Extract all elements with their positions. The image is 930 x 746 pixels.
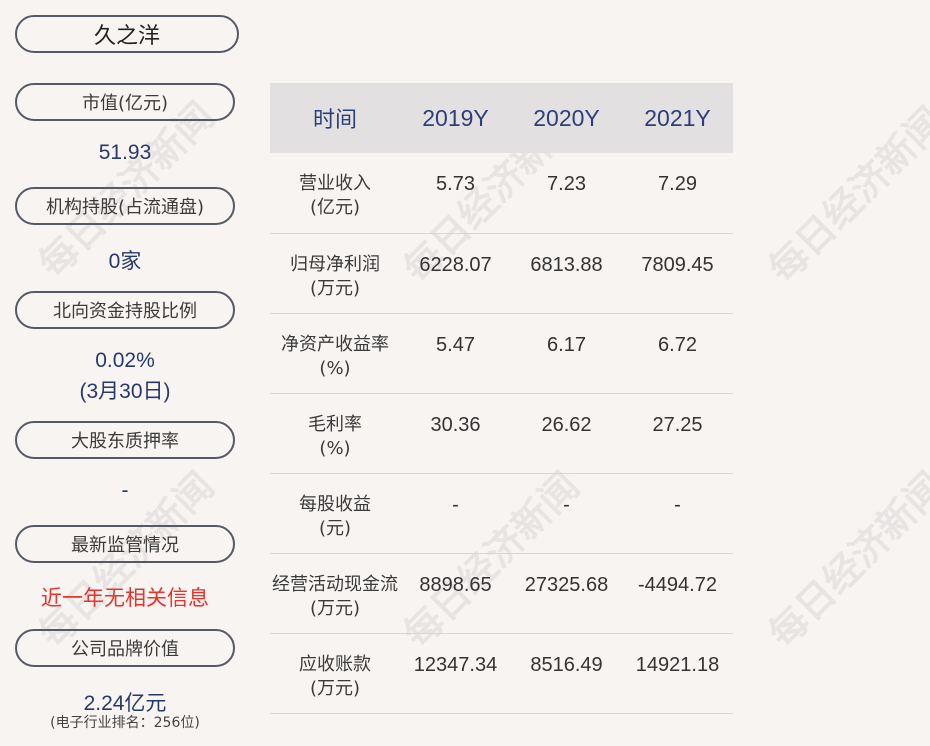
row-label: 毛利率 (%) (270, 394, 400, 461)
row-label: 归母净利润 (万元) (270, 234, 400, 301)
table-row: 归母净利润 (万元) 6228.07 6813.88 7809.45 (270, 234, 733, 314)
row-name: 净资产收益率 (281, 334, 389, 355)
row-label: 营业收入 (亿元) (270, 153, 400, 220)
institution-holding-value: 0家 (108, 250, 142, 273)
row-unit: (%) (319, 358, 351, 379)
institution-holding-label: 机构持股(占流通盘) (15, 187, 235, 225)
row-unit: (元) (318, 518, 352, 539)
table-cell: 12347.34 (413, 654, 498, 676)
northbound-ratio-date: (3月30日) (79, 380, 171, 403)
row-name: 毛利率 (308, 414, 362, 435)
header-time: 时间 (312, 108, 357, 133)
table-cell: 7.29 (658, 173, 697, 195)
table-row: 营业收入 (亿元) 5.73 7.23 7.29 (270, 153, 733, 234)
table-row: 毛利率 (%) 30.36 26.62 27.25 (270, 394, 733, 474)
brand-rank: (电子行业排名：256位) (50, 715, 200, 731)
row-name: 营业收入 (299, 173, 371, 194)
northbound-ratio-value: 0.02% (95, 349, 155, 372)
row-unit: (万元) (309, 678, 361, 699)
row-name: 经营活动现金流 (272, 574, 398, 595)
market-cap-value: 51.93 (98, 141, 152, 164)
company-name: 久之洋 (15, 15, 239, 53)
row-name: 归母净利润 (290, 254, 380, 275)
table-cell: 7.23 (547, 173, 586, 195)
financial-table: 时间 2019Y 2020Y 2021Y 营业收入 (亿元) 5.73 7.23… (270, 83, 733, 714)
row-unit: (万元) (309, 278, 361, 299)
brand-value-label: 公司品牌价值 (15, 629, 235, 667)
table-cell: 6.17 (547, 334, 586, 356)
header-year: 2021Y (644, 104, 711, 131)
market-cap-label: 市值(亿元) (15, 83, 235, 121)
table-cell: 27325.68 (524, 574, 609, 596)
table-cell: 6813.88 (530, 254, 603, 276)
table-row: 经营活动现金流 (万元) 8898.65 27325.68 -4494.72 (270, 554, 733, 634)
row-name: 每股收益 (299, 494, 371, 515)
row-name: 应收账款 (299, 654, 371, 675)
table-cell: 26.62 (541, 414, 592, 436)
pledge-ratio-value: - (121, 479, 129, 502)
table-cell: 7809.45 (641, 254, 714, 276)
table-cell: 27.25 (652, 414, 703, 436)
supervision-label: 最新监管情况 (15, 525, 235, 563)
table-cell: 5.73 (436, 173, 475, 195)
watermark: 每日经济新闻 (760, 98, 930, 292)
row-label: 经营活动现金流 (万元) (270, 554, 400, 621)
row-label: 每股收益 (元) (270, 474, 400, 541)
table-cell: 14921.18 (635, 654, 720, 676)
table-cell: - (674, 494, 681, 516)
header-year: 2019Y (422, 104, 489, 131)
watermark: 每日经济新闻 (760, 463, 930, 657)
row-unit: (%) (319, 438, 351, 459)
table-header: 时间 2019Y 2020Y 2021Y (270, 83, 733, 153)
pledge-ratio-label: 大股东质押率 (15, 421, 235, 459)
table-cell: 6.72 (658, 334, 697, 356)
table-row: 净资产收益率 (%) 5.47 6.17 6.72 (270, 314, 733, 394)
row-unit: (万元) (309, 598, 361, 619)
table-cell: 5.47 (436, 334, 475, 356)
table-cell: 8516.49 (530, 654, 603, 676)
table-cell: 8898.65 (419, 574, 492, 596)
supervision-value: 近一年无相关信息 (41, 586, 209, 610)
header-year: 2020Y (533, 104, 600, 131)
table-cell: - (563, 494, 570, 516)
table-cell: - (452, 494, 459, 516)
row-label: 应收账款 (万元) (270, 634, 400, 701)
table-row: 应收账款 (万元) 12347.34 8516.49 14921.18 (270, 634, 733, 714)
table-cell: 30.36 (430, 414, 481, 436)
northbound-ratio-label: 北向资金持股比例 (15, 291, 235, 329)
table-cell: 6228.07 (419, 254, 492, 276)
row-unit: (亿元) (309, 197, 361, 218)
table-cell: -4494.72 (638, 574, 717, 596)
row-label: 净资产收益率 (%) (270, 314, 400, 381)
table-row: 每股收益 (元) - - - (270, 474, 733, 554)
